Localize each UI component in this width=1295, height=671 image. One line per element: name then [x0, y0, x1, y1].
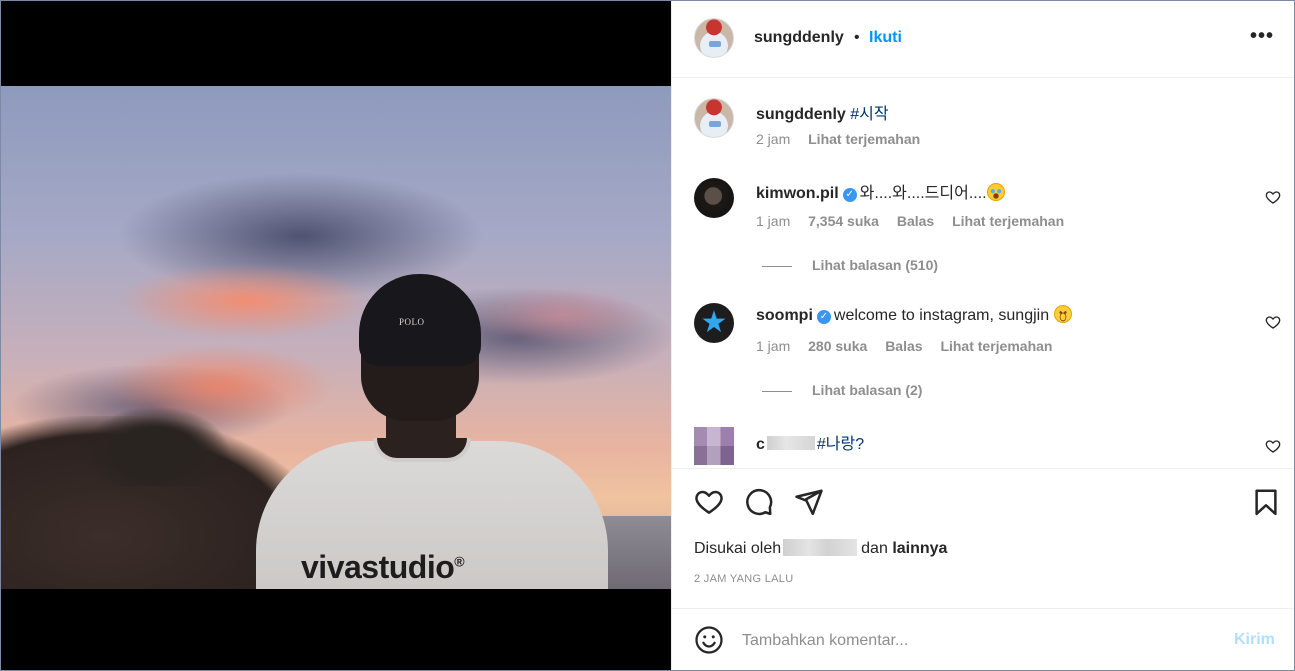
view-replies-button[interactable]: Lihat balasan (2)	[762, 382, 922, 398]
photo-collar	[373, 438, 471, 462]
caption-hashtag[interactable]: #시작	[850, 106, 888, 123]
follow-button[interactable]: Ikuti	[869, 29, 902, 47]
header-separator: •	[854, 29, 860, 46]
post-photo[interactable]: POLO vivastudio®	[1, 86, 671, 589]
photo-brand-text: vivastudio®	[301, 549, 465, 586]
comments-list[interactable]: sungddenly #시작 2 jam Lihat terjemahan ki…	[672, 78, 1294, 469]
blurred-liker-name[interactable]	[783, 539, 858, 556]
verified-badge-icon: ✓	[842, 188, 857, 202]
post-actions: Disukai oleh dan lainnya 2 JAM YANG LALU	[672, 469, 1294, 609]
more-options-icon[interactable]: •••	[1250, 25, 1274, 48]
crying-face-emoji-icon	[986, 183, 1005, 201]
caption-avatar[interactable]	[694, 98, 734, 138]
comment-like-heart-icon[interactable]	[1265, 189, 1281, 205]
post-media: POLO vivastudio®	[1, 1, 671, 670]
caption-username[interactable]: sungddenly	[756, 106, 846, 123]
emoji-picker-icon[interactable]	[694, 625, 724, 655]
header-username[interactable]: sungddenly	[754, 29, 844, 47]
comment-meta: 1 jam 7,354 suka Balas Lihat terjemahan	[756, 213, 1078, 229]
view-replies-button[interactable]: Lihat balasan (510)	[762, 257, 938, 273]
star-icon: ★	[700, 306, 728, 339]
comment-time[interactable]: 1 jam	[756, 338, 790, 354]
comment-body: welcome to instagram, sungjin	[833, 307, 1050, 324]
comment-username[interactable]: soompi	[756, 307, 813, 324]
blurred-username	[766, 436, 815, 450]
post-header: sungddenly • Ikuti •••	[672, 1, 1294, 78]
photo-trees	[81, 406, 231, 486]
comment-text: soompi ✓ welcome to instagram, sungjin	[756, 305, 1072, 325]
comment-username[interactable]: c	[756, 436, 765, 453]
photo-cap-text: POLO	[399, 317, 425, 327]
comment-body: 와....와....드디어....	[859, 185, 987, 202]
photo-brand-word: vivastudio	[301, 549, 455, 585]
smiling-face-emoji-icon	[1053, 305, 1072, 323]
bookmark-save-icon[interactable]	[1251, 487, 1281, 517]
comment-time[interactable]: 1 jam	[756, 213, 790, 229]
avatar[interactable]	[694, 18, 734, 58]
comment-likes[interactable]: 280 suka	[808, 338, 867, 354]
liked-by-prefix: Disukai oleh	[694, 540, 782, 557]
comment-avatar[interactable]	[694, 178, 734, 218]
photo-brand-mark: ®	[454, 553, 465, 570]
post-modal: POLO vivastudio® sungddenly • Ikuti ••• …	[0, 0, 1295, 671]
share-send-icon[interactable]	[794, 487, 824, 517]
comment-text: kimwon.pil ✓ 와....와....드디어....	[756, 179, 1005, 203]
post-panel: sungddenly • Ikuti ••• sungddenly #시작 2 …	[671, 1, 1294, 670]
liked-by-text: Disukai oleh dan lainnya	[694, 539, 947, 558]
add-comment-bar: Kirim	[672, 609, 1294, 670]
reply-button[interactable]: Balas	[885, 338, 922, 354]
comment-avatar[interactable]: ★	[694, 303, 734, 343]
comment-like-heart-icon[interactable]	[1265, 314, 1281, 330]
comment-translate-button[interactable]: Lihat terjemahan	[952, 213, 1064, 229]
comment-likes[interactable]: 7,354 suka	[808, 213, 879, 229]
caption-translate-button[interactable]: Lihat terjemahan	[808, 131, 920, 147]
comment-like-heart-icon[interactable]	[1265, 438, 1281, 454]
liked-by-and: dan	[861, 540, 888, 557]
caption-meta: 2 jam Lihat terjemahan	[756, 131, 934, 147]
comment-bubble-icon[interactable]	[744, 487, 774, 517]
post-comment-button[interactable]: Kirim	[1234, 631, 1275, 649]
verified-badge-icon: ✓	[816, 310, 831, 324]
reply-button[interactable]: Balas	[897, 213, 934, 229]
comment-avatar[interactable]	[694, 427, 734, 465]
comment-hashtag[interactable]: #나랑?	[817, 436, 864, 453]
liked-by-others-link[interactable]: lainnya	[892, 540, 947, 557]
comment-text: c #나랑?	[756, 430, 864, 454]
caption-time[interactable]: 2 jam	[756, 131, 790, 147]
comment-input[interactable]	[742, 627, 1212, 655]
like-heart-icon[interactable]	[694, 487, 724, 517]
posted-time[interactable]: 2 JAM YANG LALU	[694, 573, 793, 585]
comment-username[interactable]: kimwon.pil	[756, 185, 839, 202]
caption-text: sungddenly #시작	[756, 100, 889, 124]
comment-translate-button[interactable]: Lihat terjemahan	[940, 338, 1052, 354]
comment-meta: 1 jam 280 suka Balas Lihat terjemahan	[756, 338, 1066, 354]
